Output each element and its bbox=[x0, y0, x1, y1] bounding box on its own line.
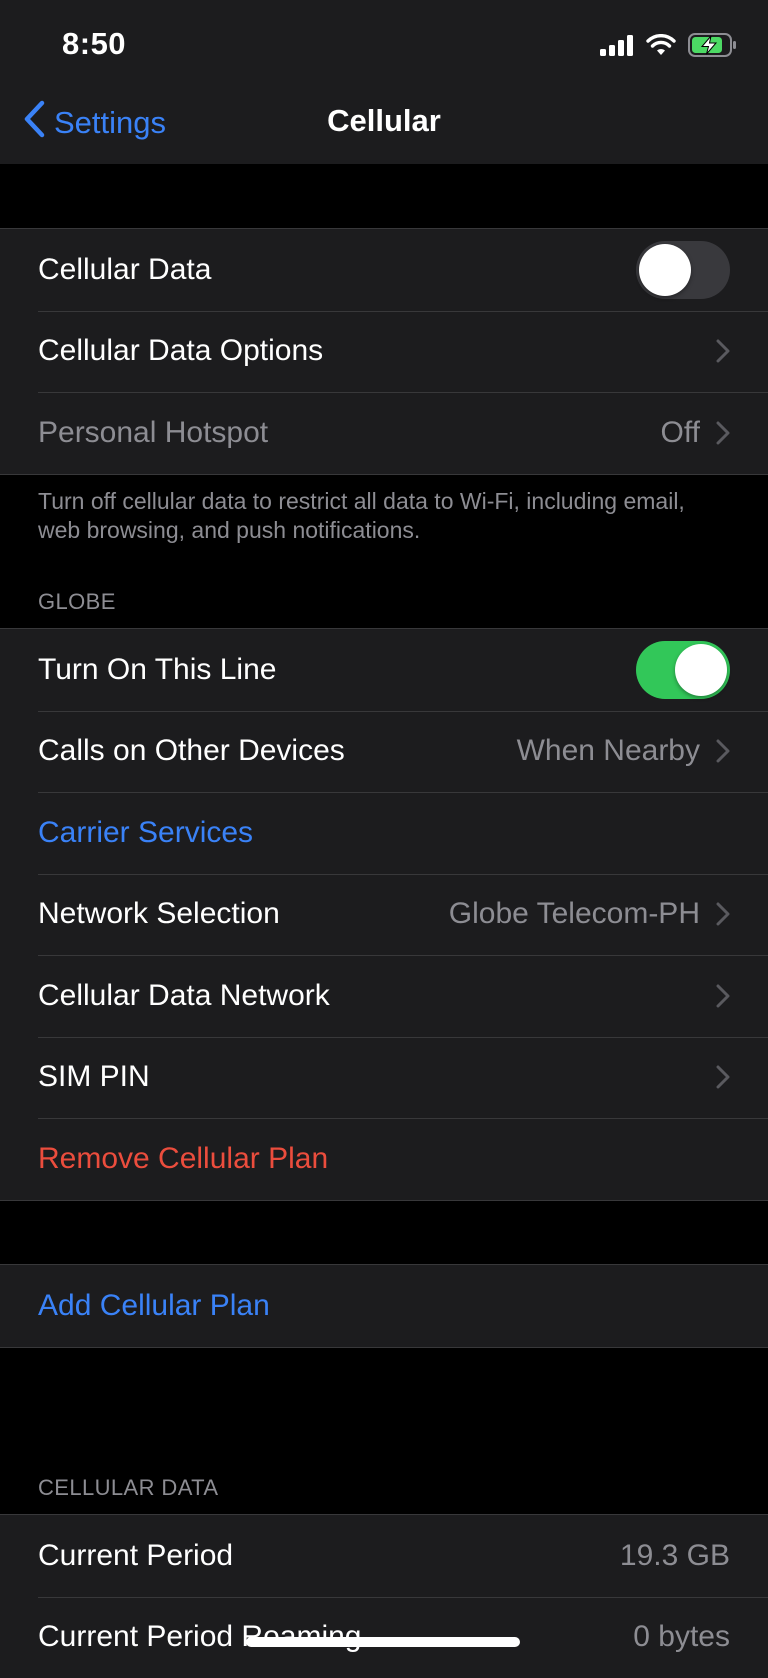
current-period-value: 19.3 GB bbox=[620, 1539, 730, 1573]
status-icons bbox=[600, 33, 738, 62]
chevron-right-icon bbox=[716, 739, 730, 763]
cellular-data-network-row[interactable]: Cellular Data Network bbox=[0, 955, 768, 1037]
battery-charging-icon bbox=[688, 33, 738, 62]
cellular-data-section-header: CELLULAR DATA bbox=[38, 1475, 218, 1501]
chevron-right-icon bbox=[716, 1065, 730, 1089]
chevron-right-icon bbox=[716, 339, 730, 363]
calls-other-devices-label: Calls on Other Devices bbox=[38, 734, 517, 768]
cellular-data-network-label: Cellular Data Network bbox=[38, 979, 700, 1013]
chevron-right-icon bbox=[716, 902, 730, 926]
globe-section-header: GLOBE bbox=[38, 589, 116, 615]
toggle-knob bbox=[639, 244, 691, 296]
cellular-signal-icon bbox=[600, 34, 634, 61]
personal-hotspot-value: Off bbox=[661, 416, 700, 450]
turn-on-line-toggle[interactable] bbox=[636, 641, 730, 699]
globe-group: Turn On This Line Calls on Other Devices… bbox=[0, 628, 768, 1201]
sim-pin-row[interactable]: SIM PIN bbox=[0, 1037, 768, 1119]
chevron-right-icon bbox=[716, 984, 730, 1008]
cellular-data-options-row[interactable]: Cellular Data Options bbox=[0, 311, 768, 393]
remove-cellular-plan-row[interactable]: Remove Cellular Plan bbox=[0, 1118, 768, 1200]
cellular-data-row: Cellular Data bbox=[0, 229, 768, 311]
add-cellular-plan-row[interactable]: Add Cellular Plan bbox=[0, 1265, 768, 1347]
turn-on-line-label: Turn On This Line bbox=[38, 653, 636, 687]
carrier-services-row[interactable]: Carrier Services bbox=[0, 792, 768, 874]
personal-hotspot-label: Personal Hotspot bbox=[38, 416, 661, 450]
chevron-right-icon bbox=[716, 421, 730, 445]
cellular-data-label: Cellular Data bbox=[38, 253, 636, 287]
cellular-data-usage-group: Current Period 19.3 GB Current Period Ro… bbox=[0, 1514, 768, 1678]
network-selection-row[interactable]: Network Selection Globe Telecom-PH bbox=[0, 874, 768, 956]
status-bar: 8:50 bbox=[0, 0, 768, 92]
page-title: Cellular bbox=[0, 103, 768, 139]
sim-pin-label: SIM PIN bbox=[38, 1060, 700, 1094]
turn-on-line-row: Turn On This Line bbox=[0, 629, 768, 711]
add-plan-group: Add Cellular Plan bbox=[0, 1264, 768, 1348]
wifi-icon bbox=[646, 34, 676, 61]
cellular-data-footer-note: Turn off cellular data to restrict all d… bbox=[38, 487, 718, 545]
home-indicator[interactable] bbox=[246, 1637, 520, 1647]
remove-cellular-plan-button: Remove Cellular Plan bbox=[38, 1142, 730, 1176]
toggle-knob bbox=[675, 644, 727, 696]
add-cellular-plan-button: Add Cellular Plan bbox=[38, 1289, 730, 1323]
current-period-row: Current Period 19.3 GB bbox=[0, 1515, 768, 1597]
network-selection-label: Network Selection bbox=[38, 897, 449, 931]
navigation-bar: Settings Cellular bbox=[0, 92, 768, 164]
cellular-data-group: Cellular Data Cellular Data Options Pers… bbox=[0, 228, 768, 475]
personal-hotspot-row[interactable]: Personal Hotspot Off bbox=[0, 392, 768, 474]
status-time: 8:50 bbox=[62, 26, 126, 62]
network-selection-value: Globe Telecom-PH bbox=[449, 897, 700, 931]
current-period-label: Current Period bbox=[38, 1539, 620, 1573]
cellular-data-toggle[interactable] bbox=[636, 241, 730, 299]
cellular-data-options-label: Cellular Data Options bbox=[38, 334, 700, 368]
calls-other-devices-value: When Nearby bbox=[517, 734, 700, 768]
current-period-roaming-value: 0 bytes bbox=[633, 1620, 730, 1654]
carrier-services-link: Carrier Services bbox=[38, 816, 730, 850]
calls-other-devices-row[interactable]: Calls on Other Devices When Nearby bbox=[0, 711, 768, 793]
